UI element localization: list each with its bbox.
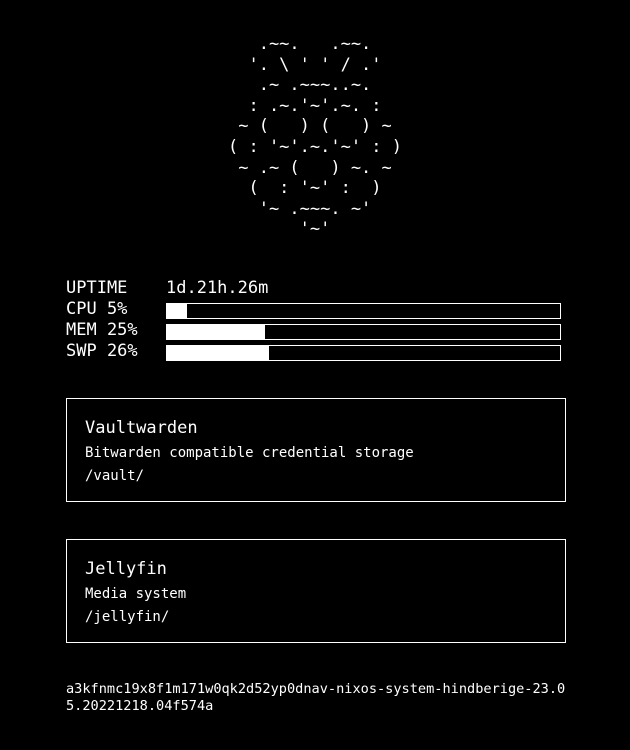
mem-row: MEM 25% <box>66 320 566 341</box>
mem-usage-bar <box>166 324 561 340</box>
cpu-usage-bar-fill <box>167 304 187 318</box>
swp-usage-bar <box>166 345 561 361</box>
logo-line: .~~. .~~. <box>248 34 382 54</box>
service-title: Jellyfin <box>85 559 167 579</box>
logo-line: '~' <box>299 219 331 240</box>
swp-usage-bar-fill <box>167 346 270 360</box>
uptime-row: UPTIME 1d.21h.26m <box>66 278 566 299</box>
service-path: /vault/ <box>85 468 145 484</box>
logo-line: '. \ ' ' / .' <box>248 54 382 75</box>
logo-line: ~ .~ ( ) ~. ~ <box>238 157 392 178</box>
logo-line: ~ ( ) ( ) ~ <box>238 116 392 137</box>
service-card-vaultwarden[interactable]: Vaultwarden Bitwarden compatible credent… <box>66 398 566 502</box>
mem-label: MEM 25% <box>66 320 138 340</box>
service-card-jellyfin[interactable]: Jellyfin Media system /jellyfin/ <box>66 539 566 643</box>
service-description: Media system <box>85 586 187 602</box>
mem-usage-bar-fill <box>167 325 266 339</box>
nixos-system-path: a3kfnmc19x8f1m171w0qk2d52yp0dnav-nixos-s… <box>66 681 566 714</box>
service-path: /jellyfin/ <box>85 609 170 625</box>
service-title: Vaultwarden <box>85 418 198 438</box>
uptime-value: 1d.21h.26m <box>166 278 269 298</box>
uptime-label: UPTIME <box>66 278 128 298</box>
cpu-label: CPU 5% <box>66 299 128 319</box>
logo-line: ( : '~'.~.'~' : ) <box>228 136 402 157</box>
swp-label: SWP 26% <box>66 341 138 361</box>
logo-line: .~ .~~~..~. <box>248 75 382 96</box>
cpu-row: CPU 5% <box>66 299 566 320</box>
raspberry-pi-ascii-logo: .~~. .~~. '. \ ' ' / .' .~ .~~~..~. : .~… <box>0 34 630 240</box>
cpu-usage-bar <box>166 303 561 319</box>
logo-line: ( : '~' : ) <box>238 178 392 199</box>
logo-line: : .~.'~'.~. : <box>248 95 382 116</box>
system-stats: UPTIME 1d.21h.26m CPU 5% MEM 25% SWP 26% <box>66 278 566 362</box>
service-description: Bitwarden compatible credential storage <box>85 445 414 461</box>
swp-row: SWP 26% <box>66 341 566 362</box>
logo-line: '~ .~~~. ~' <box>258 198 372 219</box>
